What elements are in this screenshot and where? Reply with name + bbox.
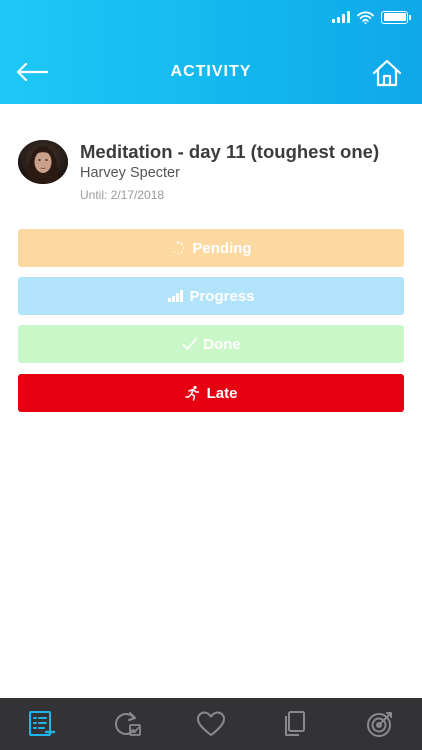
tab-goals[interactable] [360, 704, 400, 744]
app-header: ACTIVITY [0, 0, 422, 104]
running-person-icon [184, 385, 201, 401]
page-title: ACTIVITY [170, 63, 252, 80]
tab-tasks[interactable] [22, 704, 62, 744]
tab-favorites[interactable] [191, 704, 231, 744]
activity-title: Meditation - day 11 (toughest one) [80, 141, 380, 162]
late-label: Late [206, 384, 238, 402]
avatar [18, 140, 68, 184]
wifi-icon [357, 11, 374, 24]
pending-button[interactable]: Pending [18, 229, 404, 267]
status-bar [332, 8, 411, 26]
activity-person: Harvey Specter [80, 165, 180, 181]
spinner-icon [170, 240, 186, 256]
activity-due-date: Until: 2/17/2018 [80, 188, 165, 202]
pending-label: Pending [192, 239, 252, 257]
home-button[interactable] [370, 57, 404, 89]
battery-level [383, 13, 406, 21]
activity-card: Meditation - day 11 (toughest one) Harve… [18, 138, 408, 208]
tab-recurring[interactable] [107, 704, 147, 744]
late-button[interactable]: Late [18, 374, 404, 412]
checkmark-icon [181, 336, 197, 352]
progress-button[interactable]: Progress [18, 277, 404, 315]
target-icon [366, 712, 392, 737]
copy-icon [285, 711, 306, 736]
tasks-list-icon [29, 711, 56, 736]
battery-icon [381, 10, 411, 24]
tab-copies[interactable] [275, 704, 315, 744]
refresh-check-icon [114, 712, 141, 736]
progress-label: Progress [189, 287, 255, 305]
done-label: Done [203, 335, 241, 353]
done-button[interactable]: Done [18, 325, 404, 363]
cellular-signal-icon [332, 11, 350, 23]
bar-chart-icon [167, 288, 183, 304]
home-icon [372, 59, 402, 87]
bottom-tab-bar [0, 698, 422, 750]
heart-icon [196, 711, 225, 736]
